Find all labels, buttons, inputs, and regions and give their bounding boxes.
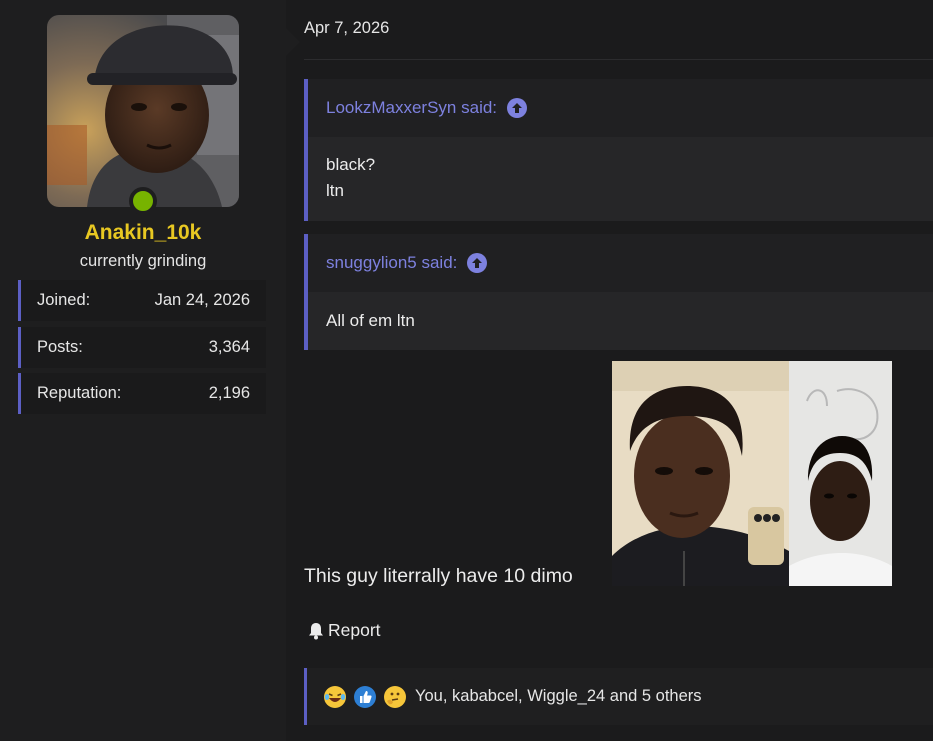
post-main: Apr 7, 2026 LookzMaxxerSyn said: black? … (286, 0, 933, 741)
forum-post: Anakin_10k currently grinding Joined: Ja… (0, 0, 933, 741)
quote-content: black? ltn (308, 137, 933, 221)
post-date[interactable]: Apr 7, 2026 (304, 19, 389, 38)
quote-line: All of em ltn (326, 311, 415, 330)
reactions-bar[interactable]: You, kababcel, Wiggle_24 and 5 others (304, 668, 933, 725)
stat-value[interactable]: 3,364 (209, 338, 250, 357)
bell-icon (309, 622, 323, 639)
thinking-face-emoji-icon (384, 685, 406, 708)
quote-block: snuggylion5 said: All of em ltn (304, 234, 933, 350)
quote-header[interactable]: snuggylion5 said: (308, 234, 933, 292)
divider (304, 59, 933, 60)
quote-header[interactable]: LookzMaxxerSyn said: (308, 79, 933, 137)
stat-label: Joined: (37, 291, 91, 309)
stat-label: Posts: (37, 338, 83, 356)
stat-joined: Joined: Jan 24, 2026 (18, 280, 266, 321)
quote-author[interactable]: snuggylion5 said: (326, 253, 457, 273)
stat-value: 2,196 (208, 384, 250, 402)
stat-label: Reputation: (37, 384, 122, 402)
arrow-up-circle-icon[interactable] (507, 98, 528, 118)
thumbs-up-icon (354, 685, 376, 708)
reactions-summary[interactable]: You, kababcel, Wiggle_24 and 5 others (415, 687, 702, 706)
user-info-panel: Anakin_10k currently grinding Joined: Ja… (0, 0, 300, 741)
user-title: currently grinding (79, 252, 207, 270)
arrow-up-circle-icon[interactable] (467, 253, 488, 273)
quote-block: LookzMaxxerSyn said: black? ltn (304, 79, 933, 221)
username[interactable]: Anakin_10k (0, 221, 286, 245)
report-button[interactable]: Report (306, 620, 381, 641)
online-status-indicator (129, 187, 157, 215)
stat-reputation: Reputation: 2,196 (18, 373, 266, 414)
quote-line: black? (326, 155, 376, 174)
avatar[interactable] (47, 15, 239, 207)
report-label[interactable]: Report (328, 620, 381, 641)
stat-posts: Posts: 3,364 (18, 327, 266, 368)
post-body-text: This guy literrally have 10 dimo (304, 565, 573, 587)
quote-content: All of em ltn (308, 292, 933, 350)
quote-author[interactable]: LookzMaxxerSyn said: (326, 98, 497, 118)
crying-laughing-emoji-icon (324, 685, 346, 708)
post-image[interactable] (612, 361, 892, 586)
stat-value: Jan 24, 2026 (154, 291, 250, 309)
quote-line: ltn (326, 181, 344, 200)
